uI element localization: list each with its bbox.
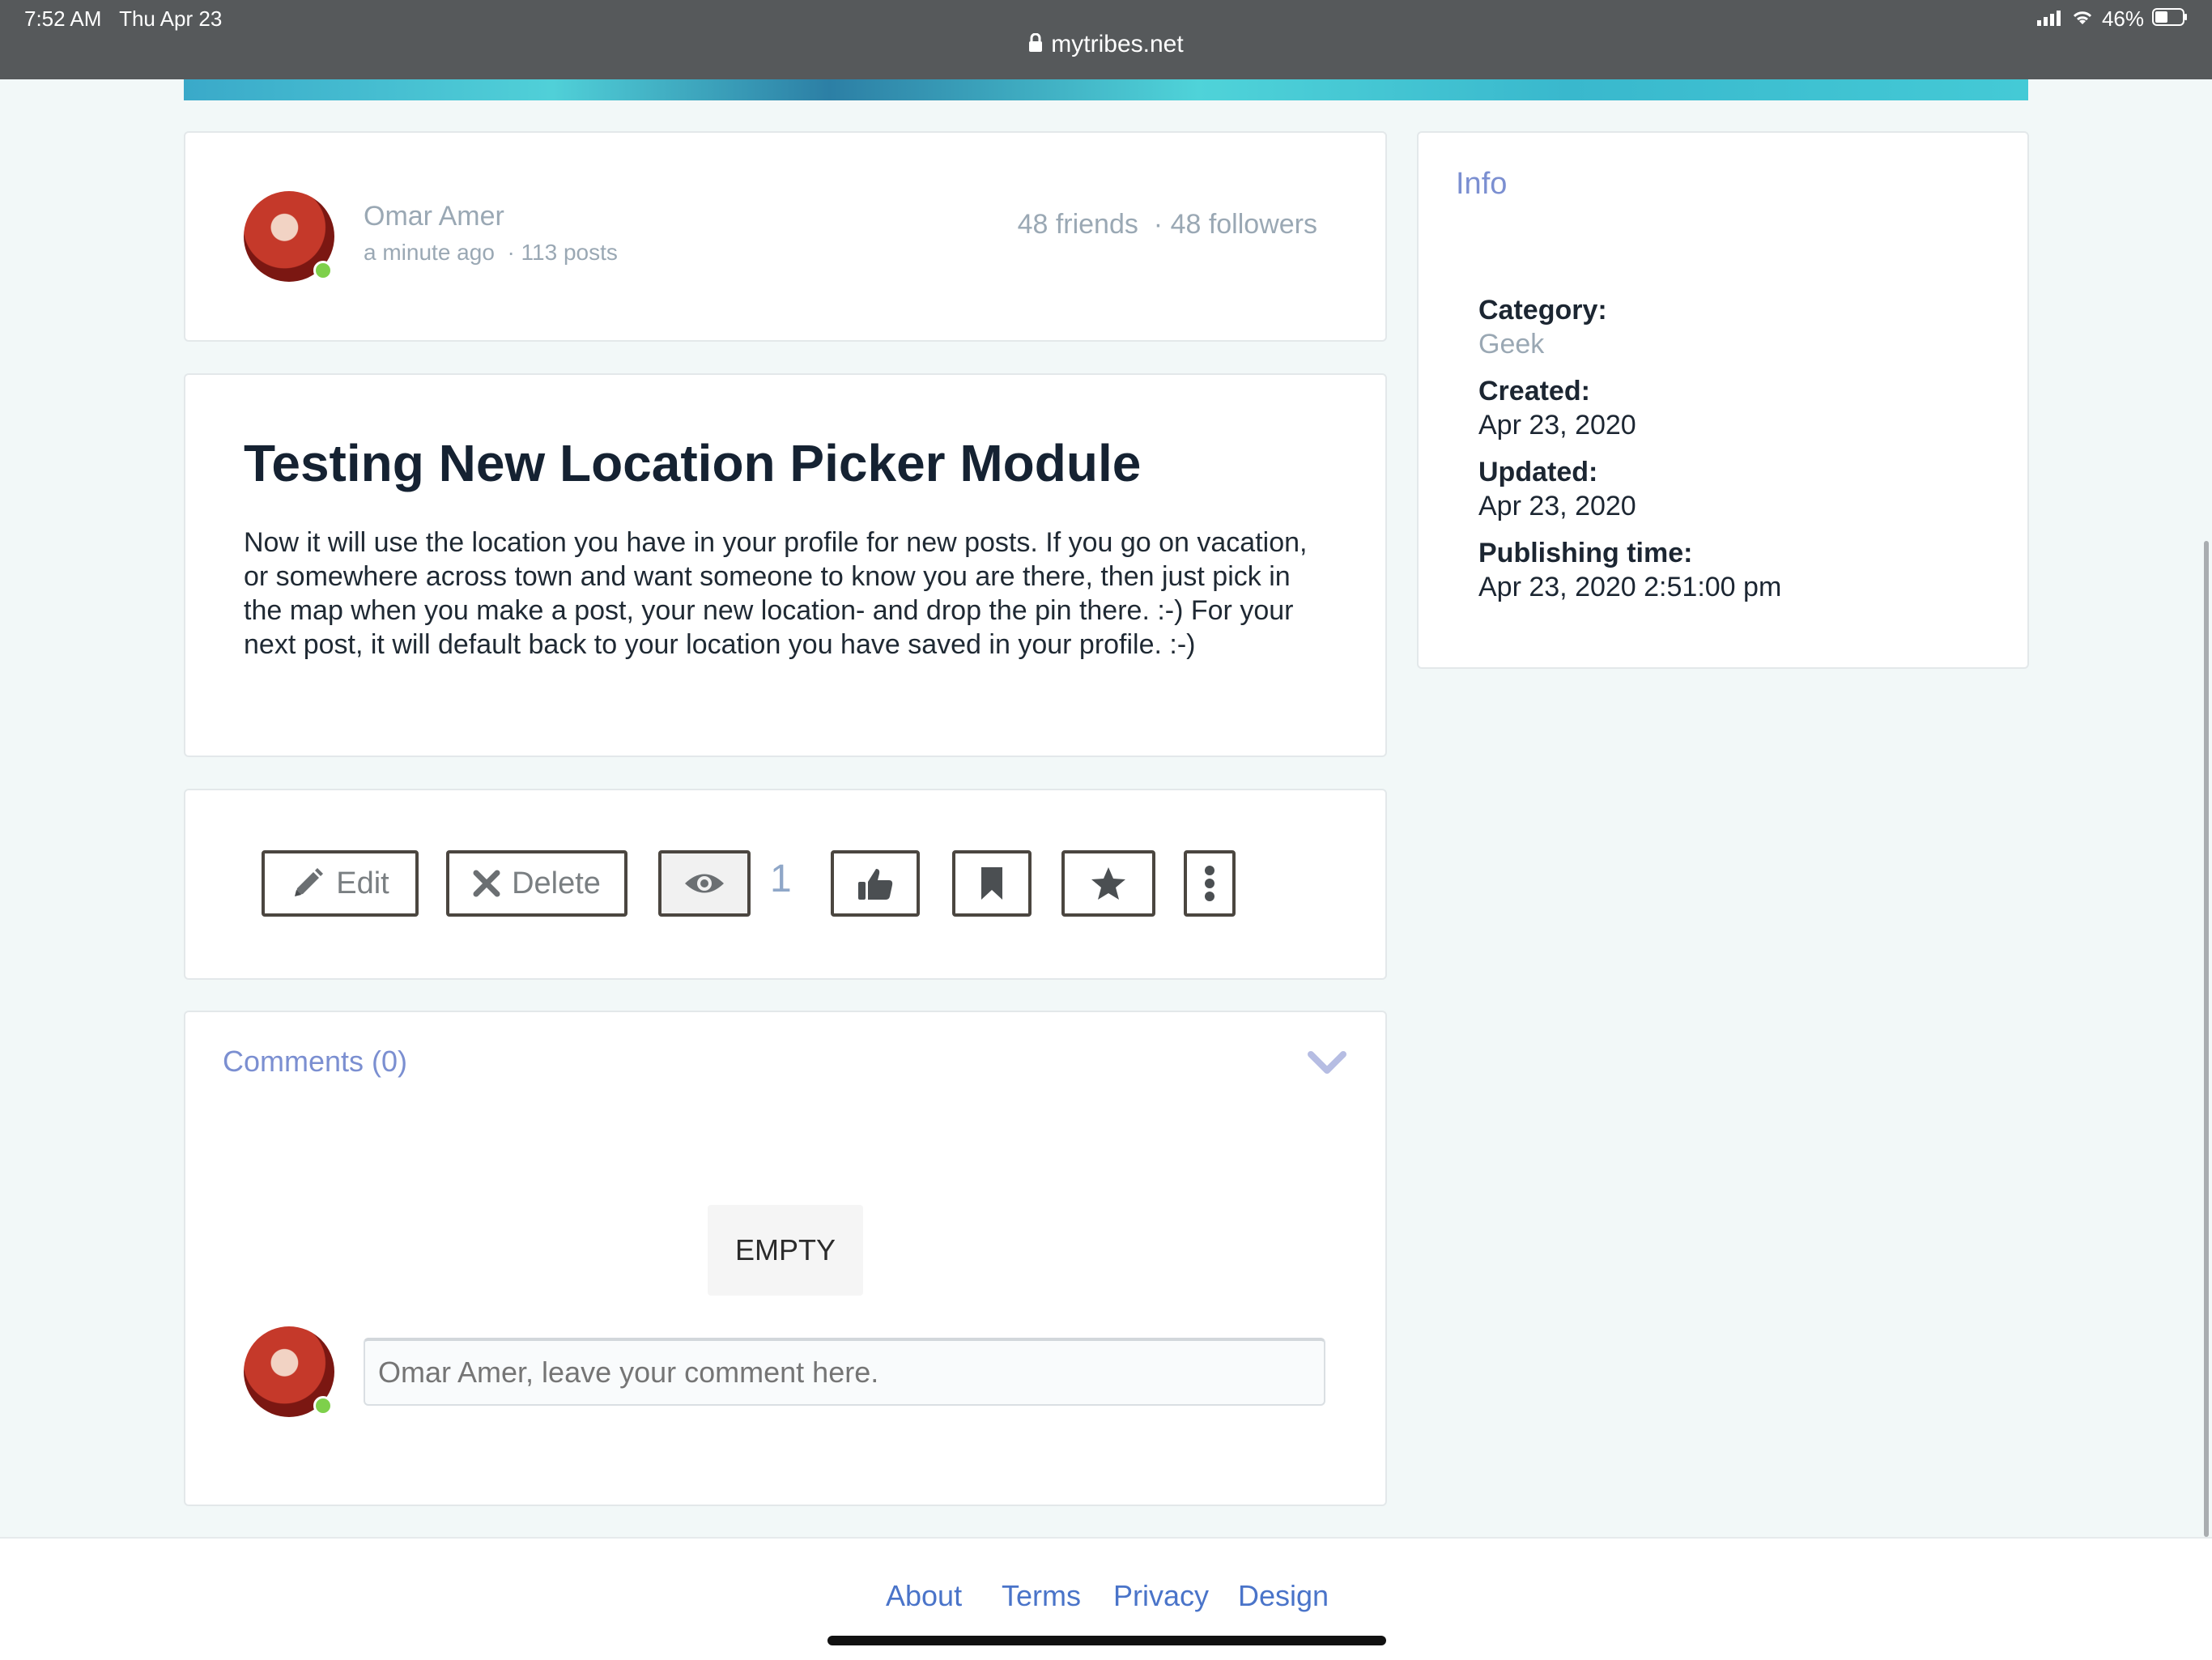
views-button[interactable] bbox=[658, 850, 751, 917]
post-count: · 113 posts bbox=[507, 240, 618, 265]
commenter-avatar bbox=[244, 1326, 334, 1417]
category-value[interactable]: Geek bbox=[1478, 327, 1781, 361]
chevron-down-icon[interactable] bbox=[1308, 1051, 1346, 1079]
online-indicator bbox=[313, 261, 333, 280]
publishing-value: Apr 23, 2020 2:51:00 pm bbox=[1478, 572, 1782, 602]
post-title: Testing New Location Picker Module bbox=[244, 434, 1142, 492]
delete-button[interactable]: Delete bbox=[446, 850, 627, 917]
followers-count[interactable]: · 48 followers bbox=[1154, 209, 1317, 240]
battery-icon bbox=[2152, 6, 2188, 32]
cover-image bbox=[184, 79, 2028, 100]
status-date: Thu Apr 23 bbox=[119, 6, 223, 31]
favorite-button[interactable] bbox=[1061, 850, 1155, 917]
post-time: a minute ago bbox=[364, 240, 495, 265]
signal-icon bbox=[2036, 6, 2063, 32]
info-details: Category: Geek Created: Apr 23, 2020 Upd… bbox=[1478, 293, 1781, 604]
post-card: Testing New Location Picker Module Now i… bbox=[184, 373, 1387, 757]
empty-state: EMPTY bbox=[708, 1205, 863, 1296]
actions-card: Edit Delete 1 bbox=[184, 789, 1387, 980]
address-bar[interactable]: mytribes.net bbox=[0, 31, 2212, 59]
updated-value: Apr 23, 2020 bbox=[1478, 491, 1636, 521]
author-name[interactable]: Omar Amer bbox=[364, 201, 504, 232]
edit-label: Edit bbox=[336, 866, 389, 900]
post-body: Now it will use the location you have in… bbox=[244, 527, 1308, 660]
eye-icon bbox=[683, 870, 725, 897]
online-indicator bbox=[313, 1396, 333, 1415]
status-time-date: 7:52 AM Thu Apr 23 bbox=[24, 6, 222, 32]
updated-label: Updated: bbox=[1478, 457, 1598, 487]
author-meta: a minute ago · 113 posts bbox=[364, 240, 618, 266]
comment-input[interactable] bbox=[364, 1338, 1325, 1406]
friends-count[interactable]: 48 friends bbox=[1018, 209, 1138, 240]
created-label: Created: bbox=[1478, 376, 1590, 406]
info-card: Info Category: Geek Created: Apr 23, 202… bbox=[1417, 131, 2029, 669]
comments-header[interactable]: Comments (0) bbox=[223, 1045, 407, 1079]
more-options-button[interactable] bbox=[1184, 850, 1236, 917]
publishing-label: Publishing time: bbox=[1478, 538, 1693, 568]
like-button[interactable] bbox=[831, 850, 920, 917]
thumbs-up-icon bbox=[857, 866, 894, 901]
battery-percent: 46% bbox=[2101, 6, 2144, 31]
bookmark-icon bbox=[980, 866, 1004, 901]
avatar[interactable] bbox=[244, 191, 334, 282]
status-time: 7:52 AM bbox=[24, 6, 102, 31]
close-icon bbox=[473, 870, 500, 897]
pencil-icon bbox=[291, 866, 325, 900]
star-icon bbox=[1090, 866, 1127, 901]
info-title: Info bbox=[1456, 167, 1508, 201]
bookmark-button[interactable] bbox=[952, 850, 1032, 917]
status-indicators: 46% bbox=[2036, 6, 2188, 32]
comments-card: Comments (0) EMPTY bbox=[184, 1011, 1387, 1506]
home-indicator[interactable] bbox=[827, 1636, 1386, 1645]
edit-button[interactable]: Edit bbox=[262, 850, 419, 917]
wifi-icon bbox=[2071, 6, 2094, 32]
view-count: 1 bbox=[770, 858, 792, 900]
footer-link-terms[interactable]: Terms bbox=[1002, 1579, 1081, 1613]
scrollbar[interactable] bbox=[2204, 541, 2209, 1537]
url-text: mytribes.net bbox=[1051, 31, 1184, 57]
footer-link-design[interactable]: Design bbox=[1238, 1579, 1329, 1613]
category-label: Category: bbox=[1478, 295, 1607, 326]
footer-link-about[interactable]: About bbox=[886, 1579, 962, 1613]
author-stats: 48 friends · 48 followers bbox=[1018, 209, 1317, 240]
more-vertical-icon bbox=[1204, 865, 1215, 902]
delete-label: Delete bbox=[512, 866, 601, 900]
author-card: Omar Amer a minute ago · 113 posts 48 fr… bbox=[184, 131, 1387, 342]
footer-link-privacy[interactable]: Privacy bbox=[1113, 1579, 1209, 1613]
browser-top-bar: 7:52 AM Thu Apr 23 mytribes.net 46% bbox=[0, 0, 2212, 79]
lock-icon bbox=[1028, 32, 1043, 59]
created-value: Apr 23, 2020 bbox=[1478, 410, 1636, 441]
